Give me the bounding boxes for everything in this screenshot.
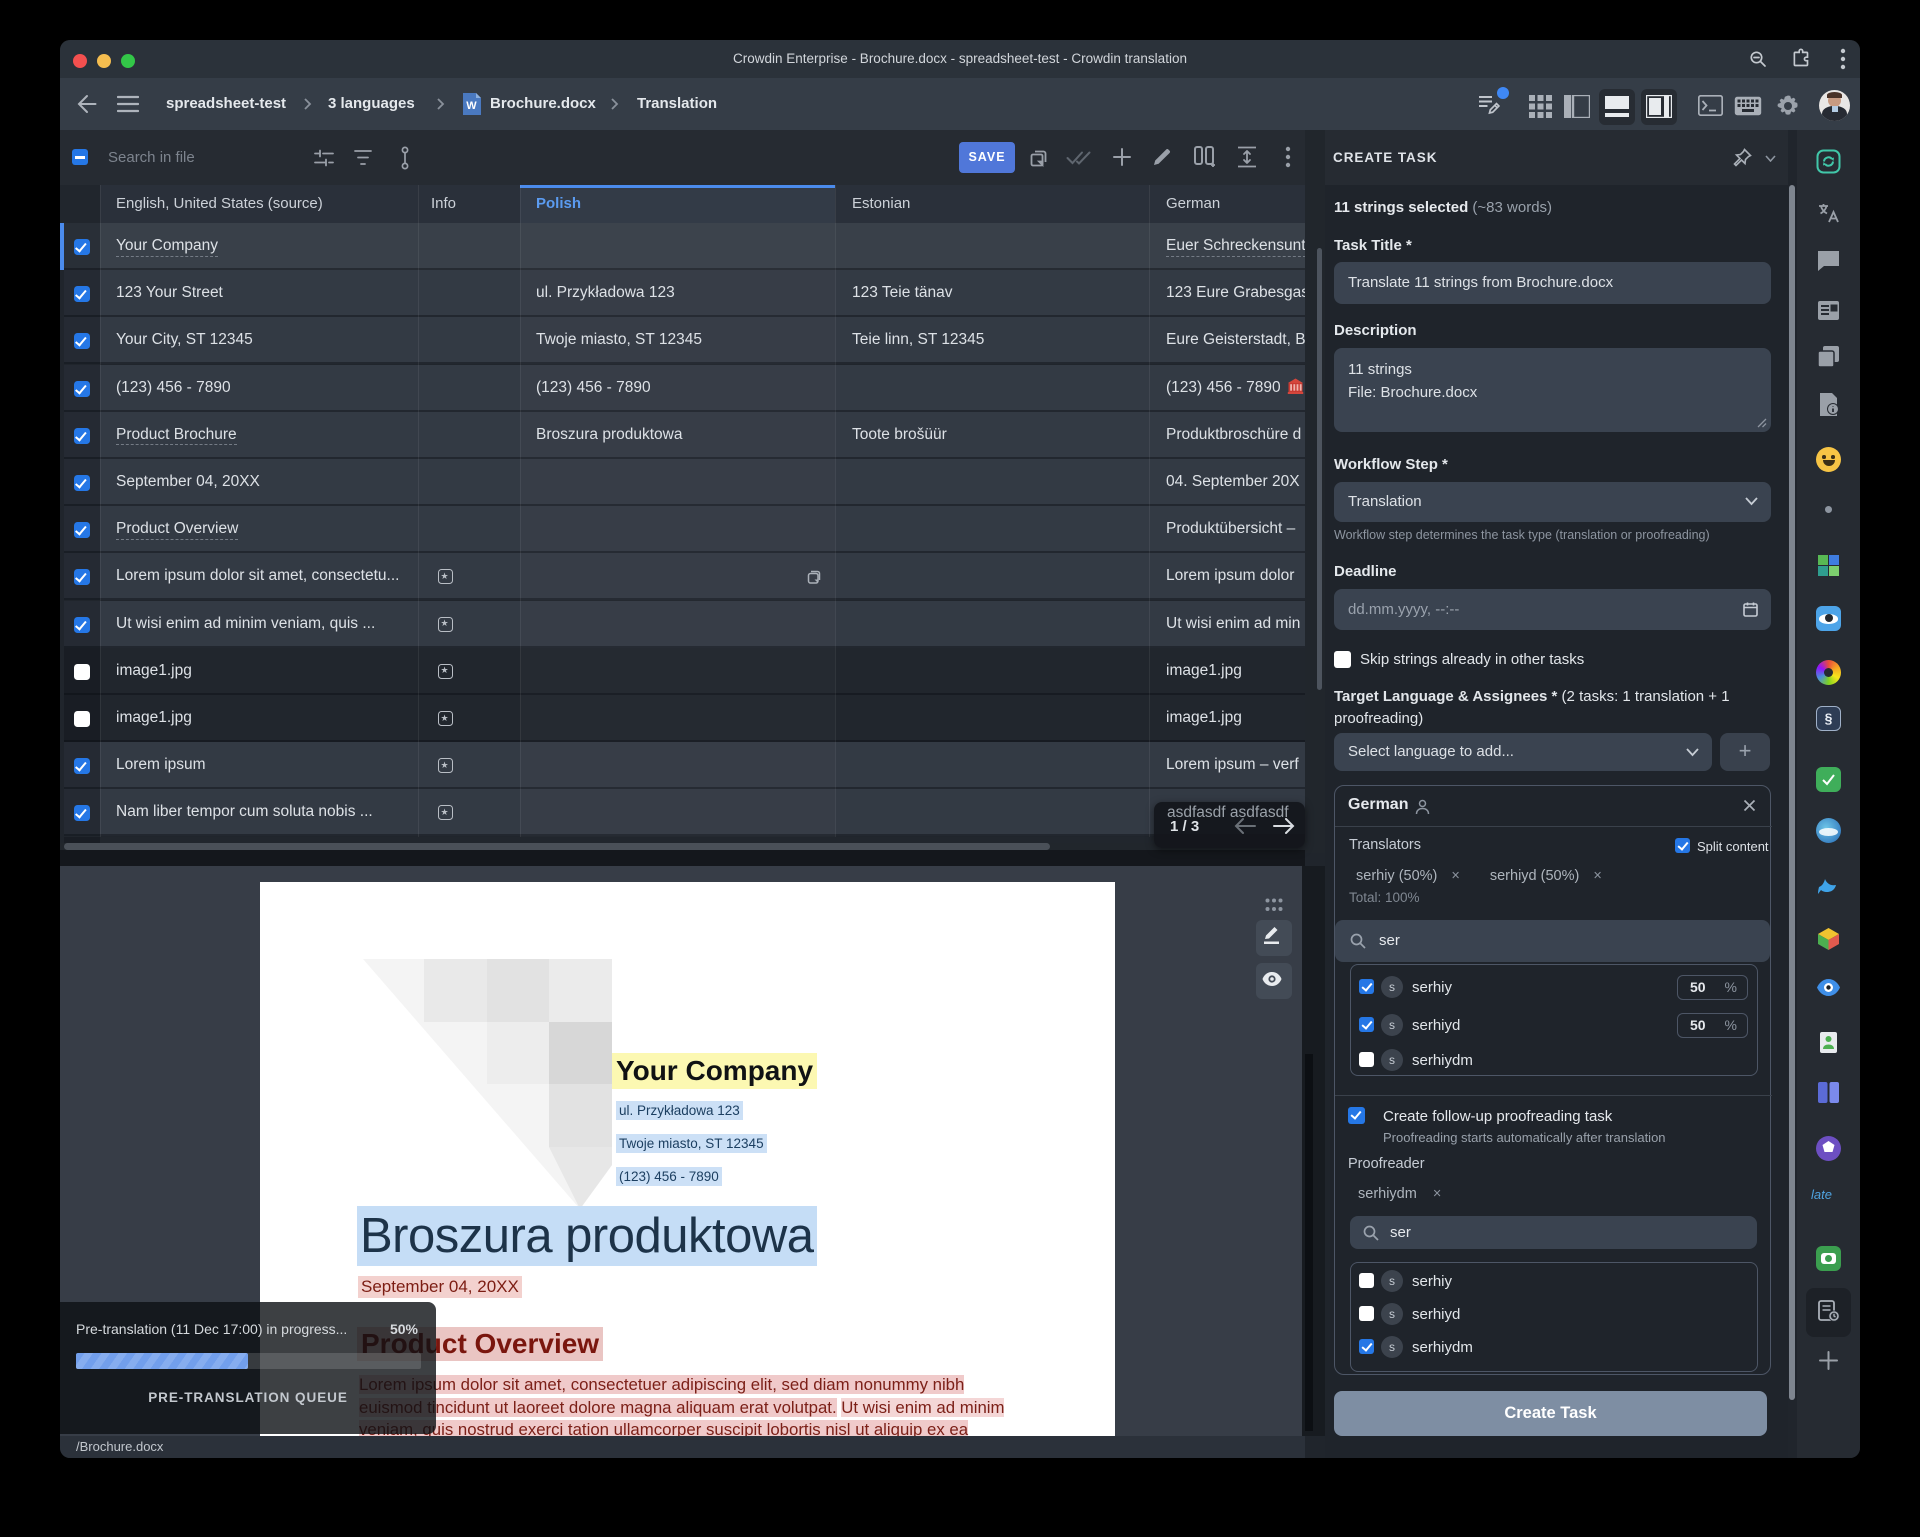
svg-text:W: W: [466, 100, 477, 112]
